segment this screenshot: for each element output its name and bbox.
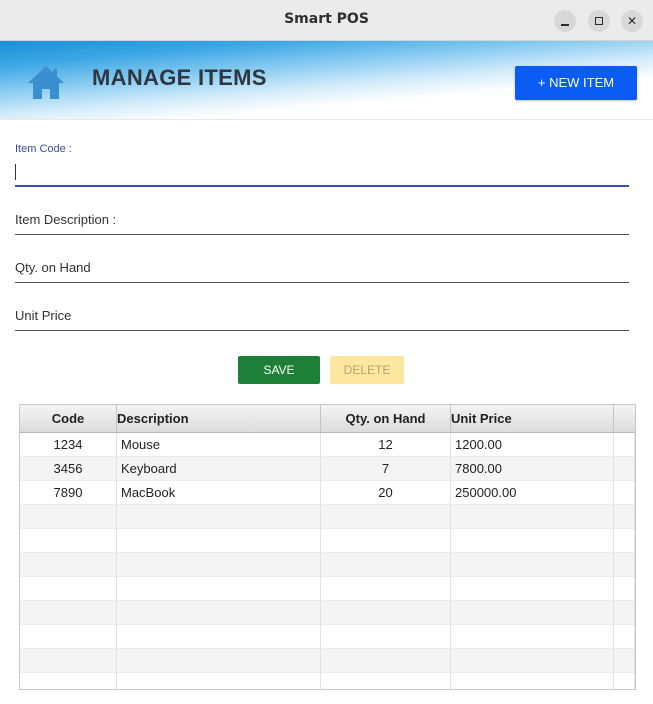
item-description-underline <box>15 234 629 235</box>
delete-button: DELETE <box>330 356 404 384</box>
cell-qty: 20 <box>321 481 451 505</box>
qty-on-hand-field[interactable]: Qty. on Hand <box>15 258 629 286</box>
empty-table-row[interactable] <box>20 577 635 601</box>
empty-table-row[interactable] <box>20 673 635 689</box>
qty-on-hand-label: Qty. on Hand <box>15 260 91 275</box>
item-code-label: Item Code : <box>15 143 72 155</box>
cell-qty: 7 <box>321 457 451 481</box>
column-header-unit-price[interactable]: Unit Price <box>451 405 614 432</box>
window-titlebar[interactable]: Smart POS ✕ <box>0 0 653 41</box>
page-title: MANAGE ITEMS <box>92 65 267 90</box>
item-code-underline <box>15 185 629 187</box>
cell-filler <box>614 457 635 481</box>
unit-price-label: Unit Price <box>15 308 72 323</box>
text-caret <box>15 164 16 180</box>
cell-code: 1234 <box>20 433 117 457</box>
cell-code: 7890 <box>20 481 117 505</box>
cell-description: Mouse <box>117 433 321 457</box>
column-header-description[interactable]: Description <box>117 405 321 432</box>
new-item-button[interactable]: + NEW ITEM <box>515 66 637 100</box>
column-header-filler <box>614 405 635 432</box>
table-header: Code Description Qty. on Hand Unit Price <box>20 405 635 433</box>
save-button[interactable]: SAVE <box>238 356 320 384</box>
cell-description: MacBook <box>117 481 321 505</box>
empty-table-row[interactable] <box>20 529 635 553</box>
cell-qty: 12 <box>321 433 451 457</box>
item-code-field[interactable]: Item Code : <box>15 143 629 188</box>
page-header: MANAGE ITEMS + NEW ITEM <box>0 41 653 120</box>
qty-on-hand-underline <box>15 282 629 283</box>
unit-price-field[interactable]: Unit Price <box>15 306 629 334</box>
cell-description: Keyboard <box>117 457 321 481</box>
home-icon[interactable] <box>26 63 66 103</box>
unit-price-underline <box>15 330 629 331</box>
cell-unit-price: 1200.00 <box>451 433 614 457</box>
cell-unit-price: 250000.00 <box>451 481 614 505</box>
table-row[interactable]: 1234 Mouse 12 1200.00 <box>20 433 635 457</box>
empty-table-row[interactable] <box>20 649 635 673</box>
empty-table-row[interactable] <box>20 625 635 649</box>
empty-table-row[interactable] <box>20 505 635 529</box>
cell-filler <box>614 481 635 505</box>
app-window: Smart POS ✕ MANAGE ITEMS + NEW ITEM Item… <box>0 0 653 704</box>
cell-unit-price: 7800.00 <box>451 457 614 481</box>
cell-code: 3456 <box>20 457 117 481</box>
empty-table-row[interactable] <box>20 601 635 625</box>
item-description-field[interactable]: Item Description : <box>15 210 629 238</box>
minimize-button[interactable] <box>554 10 576 32</box>
maximize-button[interactable] <box>588 10 610 32</box>
items-table[interactable]: Code Description Qty. on Hand Unit Price… <box>19 404 636 690</box>
cell-filler <box>614 433 635 457</box>
item-description-label: Item Description : <box>15 212 117 227</box>
table-row[interactable]: 7890 MacBook 20 250000.00 <box>20 481 635 505</box>
empty-table-row[interactable] <box>20 553 635 577</box>
table-row[interactable]: 3456 Keyboard 7 7800.00 <box>20 457 635 481</box>
column-header-code[interactable]: Code <box>20 405 117 432</box>
close-button[interactable]: ✕ <box>621 10 643 32</box>
column-header-qty[interactable]: Qty. on Hand <box>321 405 451 432</box>
